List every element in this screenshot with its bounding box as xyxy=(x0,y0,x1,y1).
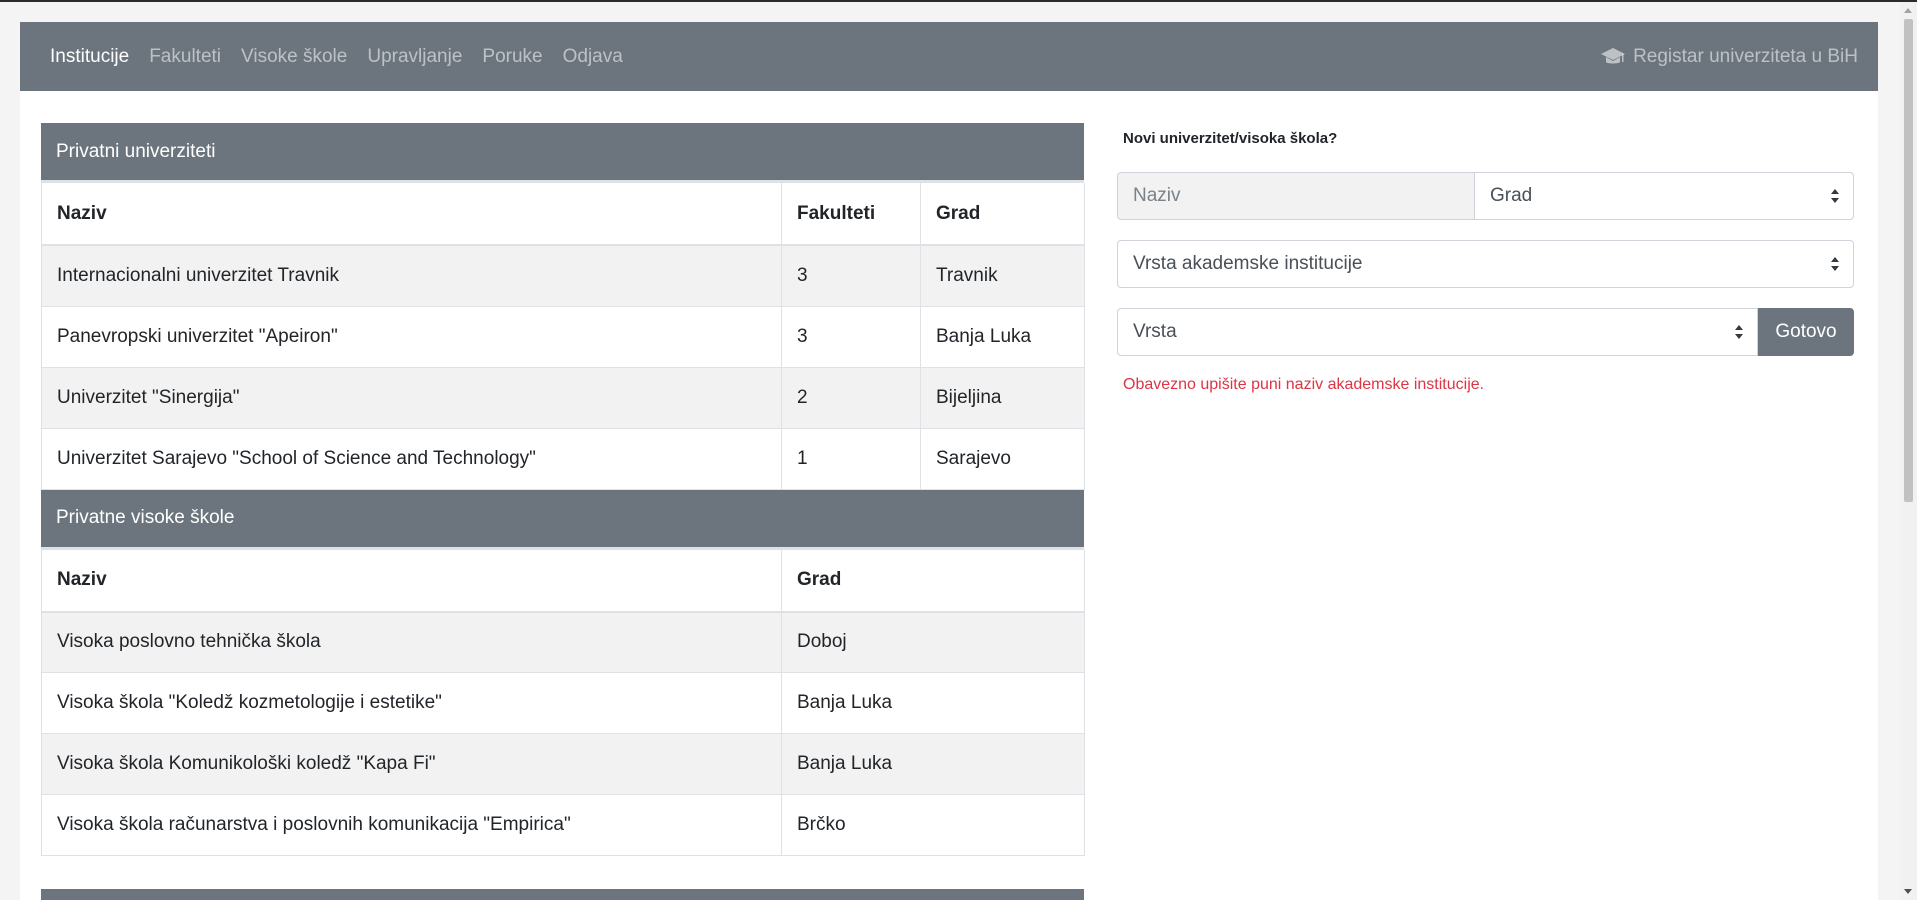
form-title: Novi univerzitet/visoka škola? xyxy=(1123,129,1338,147)
name-input[interactable]: Naziv xyxy=(1117,172,1475,220)
brand-title: Registar univerziteta u BiH xyxy=(1633,45,1858,67)
table-cell: Visoka škola "Koledž kozmetologije i est… xyxy=(41,672,782,734)
table-row[interactable]: Panevropski univerzitet "Apeiron" 3 Banja … xyxy=(41,306,1085,368)
table-cell: 1 xyxy=(781,428,921,490)
private-universities-header: Privatni univerziteti xyxy=(41,123,1084,183)
select-caret-icon xyxy=(1735,325,1743,339)
private-colleges-header: Privatne visoke škole xyxy=(41,489,1084,550)
table-row[interactable]: Visoka škola Komunikološki koledž "Kapa … xyxy=(41,733,1085,795)
table-cell: Sarajevo xyxy=(920,428,1085,490)
table-row[interactable]: Univerzitet Sarajevo "School of Science … xyxy=(41,428,1085,490)
column-header-naziv[interactable]: Naziv xyxy=(41,183,782,246)
table-cell: Panevropski univerzitet "Apeiron" xyxy=(41,306,782,368)
nav-link-fakulteti[interactable]: Fakulteti xyxy=(149,46,221,68)
scroll-thumb[interactable] xyxy=(1904,19,1913,502)
scroll-down-arrow-icon[interactable] xyxy=(1904,889,1912,894)
column-header-grad[interactable]: Grad xyxy=(781,549,1085,613)
select-caret-icon xyxy=(1831,257,1839,271)
nav-links: Institucije Fakulteti Visoke škole Upravlja… xyxy=(50,46,643,68)
table-cell: Internacionalni univerzitet Travnik xyxy=(41,245,782,307)
table-cell: Visoka škola računarstva i poslovnih kom… xyxy=(41,794,782,856)
nav-link-institucije[interactable]: Institucije xyxy=(50,46,129,68)
error-message: Obavezno upišite puni naziv akademske in… xyxy=(1123,376,1485,393)
kind-select-value: Vrsta xyxy=(1133,321,1177,342)
private-universities-table: Naziv Fakulteti Grad Internacionalni uni… xyxy=(41,183,1085,490)
graduation-cap-icon xyxy=(1601,47,1626,66)
table-row[interactable]: Visoka poslovno tehnička škola Doboj xyxy=(41,611,1085,673)
table-cell: Banja Luka xyxy=(781,733,1085,795)
table-row[interactable]: Univerzitet "Sinergija" 2 Bijeljina xyxy=(41,367,1085,429)
table-cell: Visoka poslovno tehnička škola xyxy=(41,611,782,673)
submit-button[interactable]: Gotovo xyxy=(1758,308,1854,356)
column-header-fakulteti[interactable]: Fakulteti xyxy=(781,183,921,246)
table-cell: 2 xyxy=(781,367,921,429)
kind-select[interactable]: Vrsta xyxy=(1117,308,1758,356)
table-cell: Visoka škola Komunikološki koledž "Kapa … xyxy=(41,733,782,795)
kind-row: Vrsta Gotovo xyxy=(1117,308,1854,356)
table-cell: Univerzitet "Sinergija" xyxy=(41,367,782,429)
table-cell: Doboj xyxy=(781,611,1085,673)
institution-type-select[interactable]: Vrsta akademske institucije xyxy=(1117,240,1854,288)
scroll-up-arrow-icon[interactable] xyxy=(1904,8,1912,13)
name-city-row: Naziv Grad xyxy=(1117,172,1854,220)
table-row[interactable]: Internacionalni univerzitet Travnik 3 Trav… xyxy=(41,245,1085,307)
nav-link-upravljanje[interactable]: Upravljanje xyxy=(367,46,462,68)
column-header-naziv[interactable]: Naziv xyxy=(41,549,782,613)
table-cell: 3 xyxy=(781,245,921,307)
table-row[interactable]: Visoka škola računarstva i poslovnih kom… xyxy=(41,794,1085,856)
navbar: Institucije Fakulteti Visoke škole Upravlja… xyxy=(20,22,1878,91)
table-cell: Banja Luka xyxy=(920,306,1085,368)
nav-link-poruke[interactable]: Poruke xyxy=(482,46,542,68)
table-cell: Brčko xyxy=(781,794,1085,856)
private-colleges-table: Naziv Grad Visoka poslovno tehnička škol… xyxy=(41,549,1085,856)
section-spacer xyxy=(41,856,1084,889)
section-title: Privatni univerziteti xyxy=(56,140,216,162)
table-cell: Univerzitet Sarajevo "School of Science … xyxy=(41,428,782,490)
type-row: Vrsta akademske institucije xyxy=(1117,240,1854,288)
next-section-header xyxy=(41,889,1084,900)
institutions-tables: Privatni univerziteti Naziv Fakulteti Gr… xyxy=(41,123,1085,900)
city-select[interactable]: Grad xyxy=(1475,172,1854,220)
table-cell: Bijeljina xyxy=(920,367,1085,429)
new-institution-form: Novi univerzitet/visoka škola? Naziv Gra… xyxy=(1117,123,1854,394)
table-header-row: Naziv Fakulteti Grad xyxy=(41,183,1085,246)
table-header-row: Naziv Grad xyxy=(41,549,1085,613)
table-cell: 3 xyxy=(781,306,921,368)
nav-link-odjava[interactable]: Odjava xyxy=(563,46,623,68)
name-input-placeholder: Naziv xyxy=(1133,185,1181,206)
table-cell: Banja Luka xyxy=(781,672,1085,734)
table-cell: Travnik xyxy=(920,245,1085,307)
column-header-grad[interactable]: Grad xyxy=(920,183,1085,246)
institution-type-value: Vrsta akademske institucije xyxy=(1133,253,1363,274)
scrollbar[interactable] xyxy=(1900,2,1917,900)
table-row[interactable]: Visoka škola "Koledž kozmetologije i est… xyxy=(41,672,1085,734)
nav-link-visoke-škole[interactable]: Visoke škole xyxy=(241,46,347,68)
select-caret-icon xyxy=(1831,189,1839,203)
city-select-value: Grad xyxy=(1490,185,1533,206)
brand[interactable]: Registar univerziteta u BiH xyxy=(1601,46,1858,68)
section-title: Privatne visoke škole xyxy=(56,507,235,528)
